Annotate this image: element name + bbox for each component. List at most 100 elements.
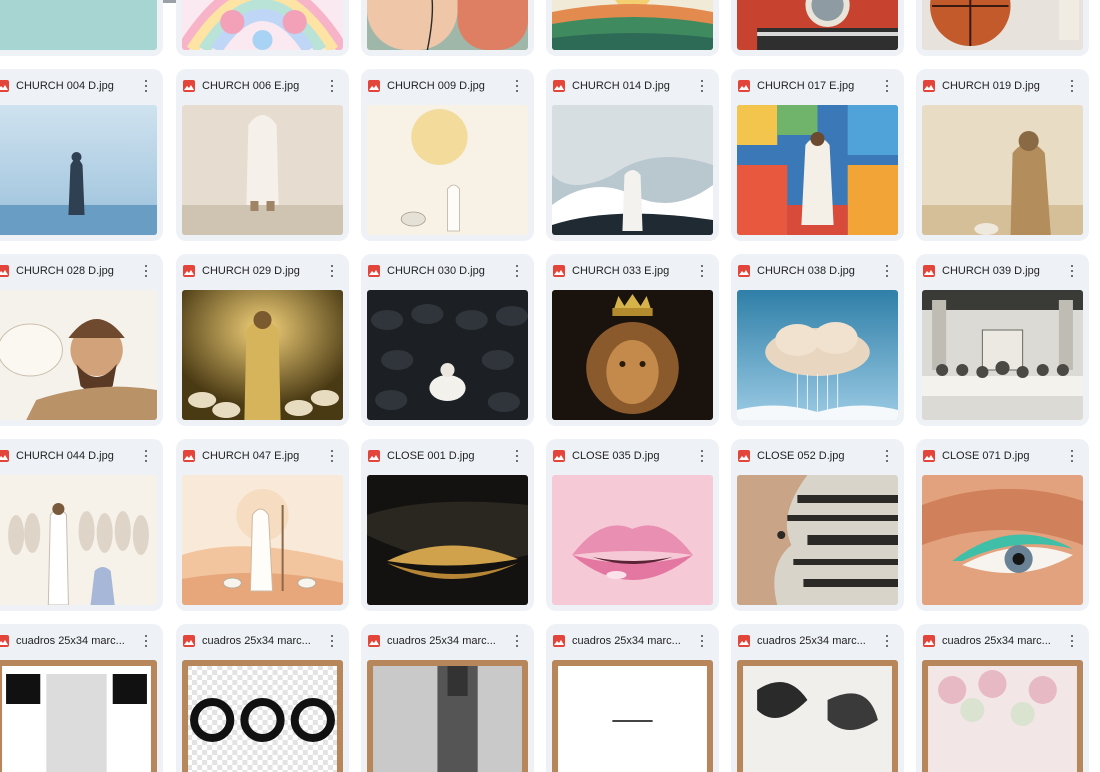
file-card[interactable] (361, 0, 534, 56)
thumbnail (182, 0, 343, 50)
file-card[interactable]: CLOSE 001 D.jpg (361, 439, 534, 611)
more-vert-icon[interactable] (695, 78, 709, 94)
file-name: CHURCH 038 D.jpg (757, 265, 855, 277)
image-file-icon (923, 635, 935, 647)
more-vert-icon[interactable] (695, 448, 709, 464)
thumbnail (552, 105, 713, 235)
more-vert-icon[interactable] (1065, 78, 1079, 94)
thumbnail (922, 475, 1083, 605)
card-header: CHURCH 029 D.jpg (176, 254, 349, 288)
file-card[interactable]: CLOSE 052 D.jpg (731, 439, 904, 611)
thumbnail (737, 660, 898, 772)
file-grid-view: CHURCH 004 D.jpg CHURCH 006 E.jpg CHURCH… (0, 0, 1100, 772)
grid-row (0, 0, 1100, 69)
file-card[interactable]: CHURCH 038 D.jpg (731, 254, 904, 426)
more-vert-icon[interactable] (695, 633, 709, 649)
thumbnail (367, 660, 528, 772)
more-vert-icon[interactable] (1065, 263, 1079, 279)
thumbnail (922, 105, 1083, 235)
more-vert-icon[interactable] (880, 78, 894, 94)
file-card[interactable]: CHURCH 033 E.jpg (546, 254, 719, 426)
image-file-icon (183, 450, 195, 462)
image-file-icon (183, 635, 195, 647)
thumbnail (367, 290, 528, 420)
image-file-icon (553, 635, 565, 647)
file-card[interactable]: CHURCH 039 D.jpg (916, 254, 1089, 426)
more-vert-icon[interactable] (325, 263, 339, 279)
card-header: CHURCH 006 E.jpg (176, 69, 349, 103)
file-card[interactable]: CHURCH 009 D.jpg (361, 69, 534, 241)
file-name: cuadros 25x34 marc... (16, 635, 125, 647)
more-vert-icon[interactable] (325, 633, 339, 649)
grid-row: CHURCH 028 D.jpg CHURCH 029 D.jpg CHURCH… (0, 254, 1100, 439)
thumbnail (737, 105, 898, 235)
thumbnail (182, 475, 343, 605)
file-card[interactable] (0, 0, 163, 56)
file-card[interactable]: CHURCH 014 D.jpg (546, 69, 719, 241)
file-card[interactable]: cuadros 25x34 marc... (176, 624, 349, 772)
file-name: cuadros 25x34 marc... (942, 635, 1051, 647)
file-card[interactable]: CHURCH 028 D.jpg (0, 254, 163, 426)
file-card[interactable]: CHURCH 030 D.jpg (361, 254, 534, 426)
card-header: cuadros 25x34 marc... (361, 624, 534, 658)
file-card[interactable] (176, 0, 349, 56)
card-header: cuadros 25x34 marc... (546, 624, 719, 658)
file-card[interactable]: CHURCH 019 D.jpg (916, 69, 1089, 241)
thumbnail (0, 475, 157, 605)
more-vert-icon[interactable] (510, 78, 524, 94)
grid-row: cuadros 25x34 marc... cuadros 25x34 marc… (0, 624, 1100, 772)
image-file-icon (553, 450, 565, 462)
file-card[interactable]: CHURCH 047 E.jpg (176, 439, 349, 611)
file-name: cuadros 25x34 marc... (202, 635, 311, 647)
image-file-icon (368, 635, 380, 647)
file-card[interactable] (916, 0, 1089, 56)
grid-row: CHURCH 044 D.jpg CHURCH 047 E.jpg CLOSE … (0, 439, 1100, 624)
card-header: CLOSE 001 D.jpg (361, 439, 534, 473)
more-vert-icon[interactable] (880, 633, 894, 649)
file-name: CHURCH 006 E.jpg (202, 80, 300, 92)
more-vert-icon[interactable] (695, 263, 709, 279)
file-card[interactable]: CHURCH 029 D.jpg (176, 254, 349, 426)
file-card[interactable]: CHURCH 017 E.jpg (731, 69, 904, 241)
file-card[interactable]: cuadros 25x34 marc... (731, 624, 904, 772)
file-card[interactable]: cuadros 25x34 marc... (546, 624, 719, 772)
more-vert-icon[interactable] (1065, 448, 1079, 464)
more-vert-icon[interactable] (510, 448, 524, 464)
thumbnail (922, 0, 1083, 50)
more-vert-icon[interactable] (139, 448, 153, 464)
file-name: CHURCH 004 D.jpg (16, 80, 114, 92)
more-vert-icon[interactable] (880, 448, 894, 464)
file-card[interactable]: CHURCH 004 D.jpg (0, 69, 163, 241)
card-header: CHURCH 017 E.jpg (731, 69, 904, 103)
file-card[interactable]: cuadros 25x34 marc... (361, 624, 534, 772)
more-vert-icon[interactable] (139, 78, 153, 94)
thumbnail (737, 0, 898, 50)
more-vert-icon[interactable] (139, 263, 153, 279)
file-card[interactable]: CLOSE 071 D.jpg (916, 439, 1089, 611)
file-name: CHURCH 019 D.jpg (942, 80, 1040, 92)
file-card[interactable]: CHURCH 006 E.jpg (176, 69, 349, 241)
file-card[interactable]: CLOSE 035 D.jpg (546, 439, 719, 611)
file-card[interactable] (546, 0, 719, 56)
more-vert-icon[interactable] (139, 633, 153, 649)
image-file-icon (368, 265, 380, 277)
card-header: CLOSE 071 D.jpg (916, 439, 1089, 473)
file-card[interactable] (731, 0, 904, 56)
file-card[interactable]: CHURCH 044 D.jpg (0, 439, 163, 611)
more-vert-icon[interactable] (325, 78, 339, 94)
more-vert-icon[interactable] (325, 448, 339, 464)
card-header: CHURCH 009 D.jpg (361, 69, 534, 103)
more-vert-icon[interactable] (880, 263, 894, 279)
image-file-icon (923, 80, 935, 92)
more-vert-icon[interactable] (510, 263, 524, 279)
image-file-icon (0, 450, 9, 462)
more-vert-icon[interactable] (510, 633, 524, 649)
file-name: CHURCH 014 D.jpg (572, 80, 670, 92)
card-header: CHURCH 038 D.jpg (731, 254, 904, 288)
card-header: CLOSE 052 D.jpg (731, 439, 904, 473)
file-card[interactable]: cuadros 25x34 marc... (916, 624, 1089, 772)
more-vert-icon[interactable] (1065, 633, 1079, 649)
file-name: CHURCH 017 E.jpg (757, 80, 855, 92)
file-card[interactable]: cuadros 25x34 marc... (0, 624, 163, 772)
image-file-icon (553, 265, 565, 277)
